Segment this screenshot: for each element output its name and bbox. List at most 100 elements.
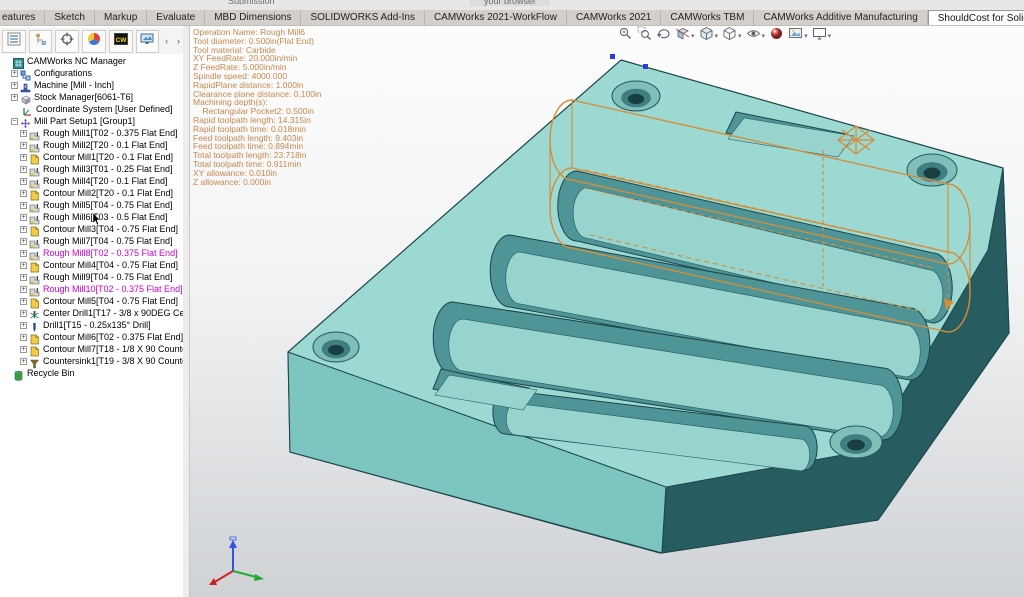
tree-item-coordinate-system[interactable]: Coordinate System [User Defined] — [0, 103, 183, 115]
feature-manager-button[interactable] — [29, 30, 53, 53]
camworks-button[interactable]: CW — [109, 30, 133, 53]
tab-camworks-2021[interactable]: CAMWorks 2021 — [567, 10, 661, 25]
display-style-button[interactable]: ▾ — [722, 26, 742, 46]
expand-icon[interactable]: + — [20, 262, 27, 269]
view-orientation-button[interactable]: ▾ — [699, 26, 719, 46]
tab-evaluate[interactable]: Evaluate — [147, 10, 205, 25]
expand-icon[interactable]: + — [20, 274, 27, 281]
expand-icon[interactable]: + — [20, 310, 27, 317]
edit-appearance-button[interactable] — [769, 26, 784, 46]
tab-camworks-tbm[interactable]: CAMWorks TBM — [661, 10, 754, 25]
tree-item-rough-mill4[interactable]: +Rough Mill4[T20 - 0.1 Flat End] — [0, 175, 183, 187]
tree-item-contour-mill1[interactable]: +Contour Mill1[T20 - 0.1 Flat End] — [0, 151, 183, 163]
expand-icon[interactable]: + — [20, 346, 27, 353]
rough-mill-icon — [29, 128, 40, 139]
tree-item-contour-mill6[interactable]: + Contour Mill6[T02 - 0.375 Flat End] — [0, 331, 183, 343]
chevron-down-icon[interactable]: ▾ — [715, 32, 719, 40]
tree-item-rough-mill7[interactable]: + Rough Mill7[T04 - 0.75 Flat End] — [0, 235, 183, 247]
panel-back-chevron[interactable]: ‹ — [162, 36, 171, 46]
tab-shouldcost-for-solidworks-cam[interactable]: ShouldCost for SolidWorks CAM — [928, 10, 1024, 25]
tree-item-rough-mill8[interactable]: +Rough Mill8[T02 - 0.375 Flat End] — [0, 247, 183, 259]
expand-icon[interactable]: + — [20, 322, 27, 329]
chevron-down-icon[interactable]: ▾ — [828, 32, 832, 40]
expand-icon[interactable]: + — [20, 238, 27, 245]
tree-item-label: Contour Mill6[T02 - 0.375 Flat End] — [43, 332, 183, 342]
view-settings-button[interactable]: ▾ — [812, 26, 832, 46]
tree-item-center-drill1[interactable]: +Center Drill1[T17 - 3/8 x 90DEG Center … — [0, 307, 183, 319]
display-manager-button[interactable] — [136, 30, 160, 53]
operation-info-line: Z allowance: 0.000in — [193, 178, 322, 187]
expand-icon[interactable]: + — [11, 94, 18, 101]
expand-icon[interactable]: + — [20, 166, 27, 173]
tree-item-camworks-nc-manager[interactable]: CAMWorks NC Manager — [0, 55, 183, 67]
tree-item-rough-mill6[interactable]: +Rough Mill6[T03 - 0.5 Flat End] — [0, 211, 183, 223]
chevron-down-icon[interactable]: ▾ — [804, 32, 808, 40]
tree-item-machine[interactable]: +Machine [Mill - Inch] — [0, 79, 183, 91]
tree-item-rough-mill10[interactable]: +Rough Mill10[T02 - 0.375 Flat End] — [0, 283, 183, 295]
hide-show-items-button[interactable]: ▾ — [746, 26, 766, 46]
expand-icon[interactable]: + — [20, 226, 27, 233]
tree-item-contour-mill4[interactable]: +Contour Mill4[T04 - 0.75 Flat End] — [0, 259, 183, 271]
expand-icon[interactable]: + — [11, 70, 18, 77]
tree-item-drill1[interactable]: +Drill1[T15 - 0.25x135° Drill] — [0, 319, 183, 331]
tree-item-mill-part-setup1[interactable]: −Mill Part Setup1 [Group1] — [0, 115, 183, 127]
zoom-area-button[interactable] — [637, 26, 652, 46]
expand-icon[interactable]: + — [20, 298, 27, 305]
tab-eatures[interactable]: eatures — [0, 10, 45, 25]
tree-view-button[interactable] — [2, 30, 26, 53]
tab-mbd-dimensions[interactable]: MBD Dimensions — [205, 10, 301, 25]
chevron-down-icon[interactable]: ▾ — [691, 32, 695, 40]
origin-marker-icon[interactable] — [610, 54, 615, 59]
color-wheel-button[interactable] — [82, 30, 106, 53]
tree-item-rough-mill1[interactable]: +Rough Mill1[T02 - 0.375 Flat End] — [0, 127, 183, 139]
tree-item-rough-mill5[interactable]: + Rough Mill5[T04 - 0.75 Flat End] — [0, 199, 183, 211]
panel-forward-chevron[interactable]: › — [174, 36, 183, 46]
tree-item-countersink1[interactable]: +Countersink1[T19 - 3/8 X 90 Countersink… — [0, 355, 183, 367]
expand-icon[interactable]: + — [20, 154, 27, 161]
setup-origin-icon[interactable] — [643, 64, 648, 69]
expand-icon[interactable]: + — [20, 130, 27, 137]
expand-icon[interactable]: + — [20, 202, 27, 209]
tree-item-label: Rough Mill5[T04 - 0.75 Flat End] — [43, 200, 173, 210]
countersunk-hole-2 — [907, 154, 957, 186]
tree-item-label: Rough Mill2[T20 - 0.1 Flat End] — [43, 140, 168, 150]
graphics-viewport[interactable]: Operation Name: Rough Mill6Tool diameter… — [190, 26, 1024, 597]
tree-item-rough-mill2[interactable]: + Rough Mill2[T20 - 0.1 Flat End] — [0, 139, 183, 151]
tab-sketch[interactable]: Sketch — [45, 10, 95, 25]
expand-icon[interactable]: + — [20, 286, 27, 293]
previous-view-icon — [656, 26, 671, 46]
tree-item-contour-mill7[interactable]: +Contour Mill7[T18 - 1/8 X 90 Countersin… — [0, 343, 183, 355]
tab-markup[interactable]: Markup — [95, 10, 147, 25]
tree-item-rough-mill3[interactable]: +Rough Mill3[T01 - 0.25 Flat End] — [0, 163, 183, 175]
tab-solidworks-add-ins[interactable]: SOLIDWORKS Add-Ins — [301, 10, 424, 25]
tree-item-contour-mill5[interactable]: +Contour Mill5[T04 - 0.75 Flat End] — [0, 295, 183, 307]
panel-splitter[interactable] — [183, 26, 190, 597]
tree-item-contour-mill2[interactable]: +Contour Mill2[T20 - 0.1 Flat End] — [0, 187, 183, 199]
tree-item-configurations[interactable]: +Configurations — [0, 67, 183, 79]
expand-icon[interactable]: + — [20, 178, 27, 185]
countersunk-hole-3 — [313, 332, 359, 362]
apply-scene-button[interactable]: ▾ — [788, 26, 808, 46]
tree-item-label: Rough Mill7[T04 - 0.75 Flat End] — [43, 236, 173, 246]
expand-icon[interactable]: + — [20, 142, 27, 149]
previous-view-button[interactable] — [656, 26, 671, 46]
target-button[interactable] — [55, 30, 79, 53]
chevron-down-icon[interactable]: ▾ — [738, 32, 742, 40]
zoom-fit-button[interactable] — [618, 26, 633, 46]
remnant-text-left: Submission — [228, 0, 275, 6]
expand-icon[interactable]: + — [20, 190, 27, 197]
expand-icon[interactable]: + — [20, 214, 27, 221]
tree-item-stock-manager[interactable]: +Stock Manager[6061-T6] — [0, 91, 183, 103]
expand-icon[interactable]: + — [20, 358, 27, 365]
expand-icon[interactable]: + — [11, 82, 18, 89]
tab-camworks-additive-manufacturing[interactable]: CAMWorks Additive Manufacturing — [754, 10, 927, 25]
chevron-down-icon[interactable]: ▾ — [762, 32, 766, 40]
section-view-button[interactable]: ▾ — [675, 26, 695, 46]
tree-item-recycle-bin[interactable]: Recycle Bin — [0, 367, 183, 379]
tree-item-rough-mill9[interactable]: +Rough Mill9[T04 - 0.75 Flat End] — [0, 271, 183, 283]
center-drill-icon — [29, 308, 40, 319]
expand-icon[interactable]: + — [20, 334, 27, 341]
collapse-icon[interactable]: − — [11, 118, 18, 125]
expand-icon[interactable]: + — [20, 250, 27, 257]
tab-camworks-2021-workflow[interactable]: CAMWorks 2021-WorkFlow — [425, 10, 567, 25]
